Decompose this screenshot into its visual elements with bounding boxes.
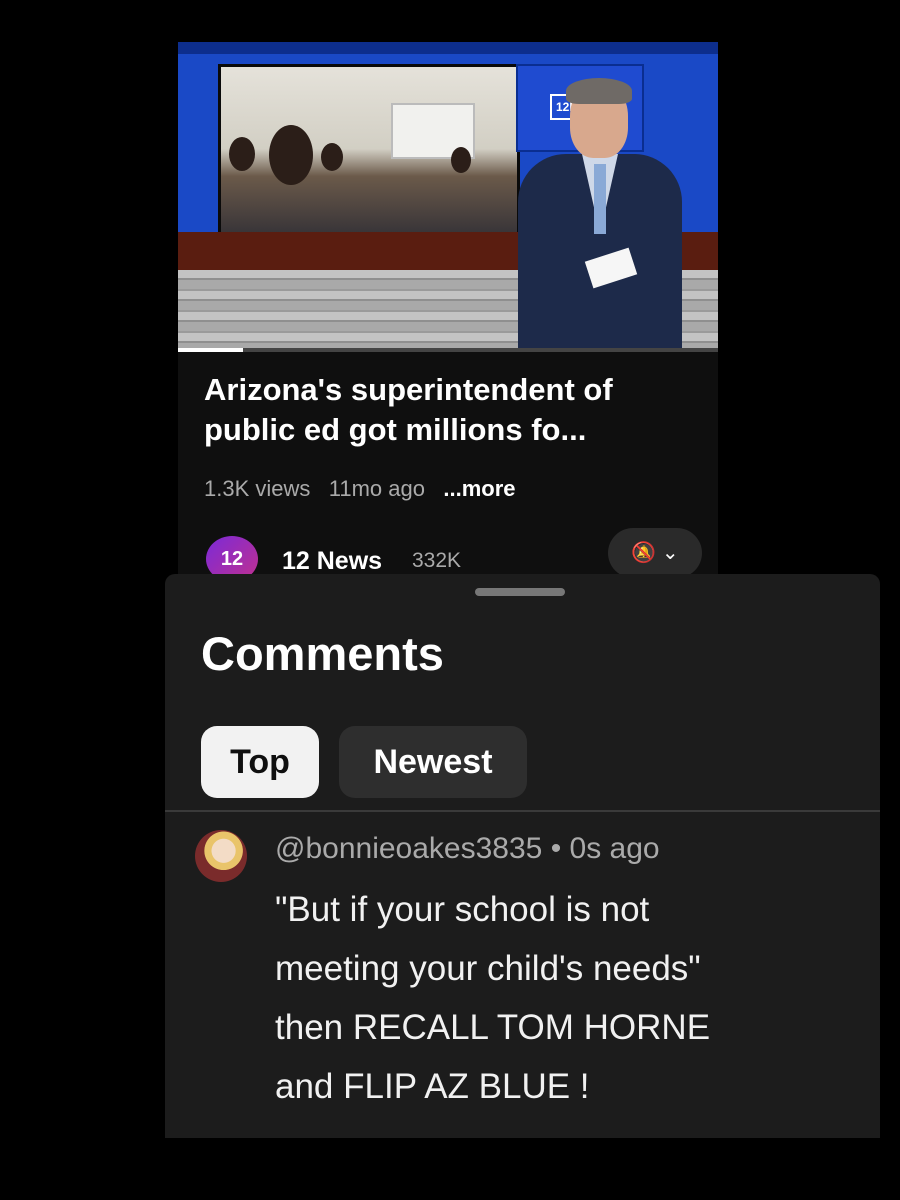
divider: [165, 810, 880, 812]
separator-dot: •: [550, 832, 570, 865]
classroom-screen-image: [218, 64, 520, 252]
more-link[interactable]: ...more: [443, 476, 515, 501]
anchor-tie: [594, 164, 606, 234]
anchor-hair: [566, 78, 632, 104]
comments-sheet: Comments Top Newest @bonnieoakes3835 • 0…: [165, 574, 880, 1138]
channel-name[interactable]: 12 News: [282, 547, 382, 576]
comment-header: @bonnieoakes3835 • 0s ago: [275, 832, 660, 866]
video-meta: 1.3K views 11mo ago ...more: [204, 476, 516, 502]
student-head: [321, 143, 343, 171]
student-head: [451, 147, 471, 173]
notification-bell-button[interactable]: 🔕 ⌄: [608, 528, 702, 578]
video-title[interactable]: Arizona's superintendent of public ed go…: [204, 370, 704, 450]
sort-chip-newest[interactable]: Newest: [339, 726, 527, 798]
view-count: 1.3K views: [204, 476, 311, 501]
comments-title: Comments: [201, 627, 444, 680]
commenter-avatar[interactable]: [195, 830, 247, 882]
sort-chip-top[interactable]: Top: [201, 726, 319, 798]
comment-time: 0s ago: [569, 832, 660, 865]
student-head: [269, 125, 313, 185]
drag-handle[interactable]: [475, 588, 565, 596]
student-head: [229, 137, 255, 171]
bell-off-icon: 🔕 ⌄: [631, 542, 679, 564]
upload-age: 11mo ago: [328, 476, 425, 501]
video-card[interactable]: 12N Arizona's superintendent of public e…: [178, 42, 718, 582]
comment-text: "But if your school is not meeting your …: [275, 890, 711, 1106]
watch-progress-bar: [178, 348, 718, 352]
news-anchor: [518, 78, 688, 352]
studio-wall: [178, 42, 718, 54]
comment-author[interactable]: @bonnieoakes3835: [275, 832, 542, 865]
video-thumbnail[interactable]: 12N: [178, 42, 718, 352]
watch-progress-fill: [178, 348, 243, 352]
subscriber-count: 332K: [412, 549, 462, 572]
